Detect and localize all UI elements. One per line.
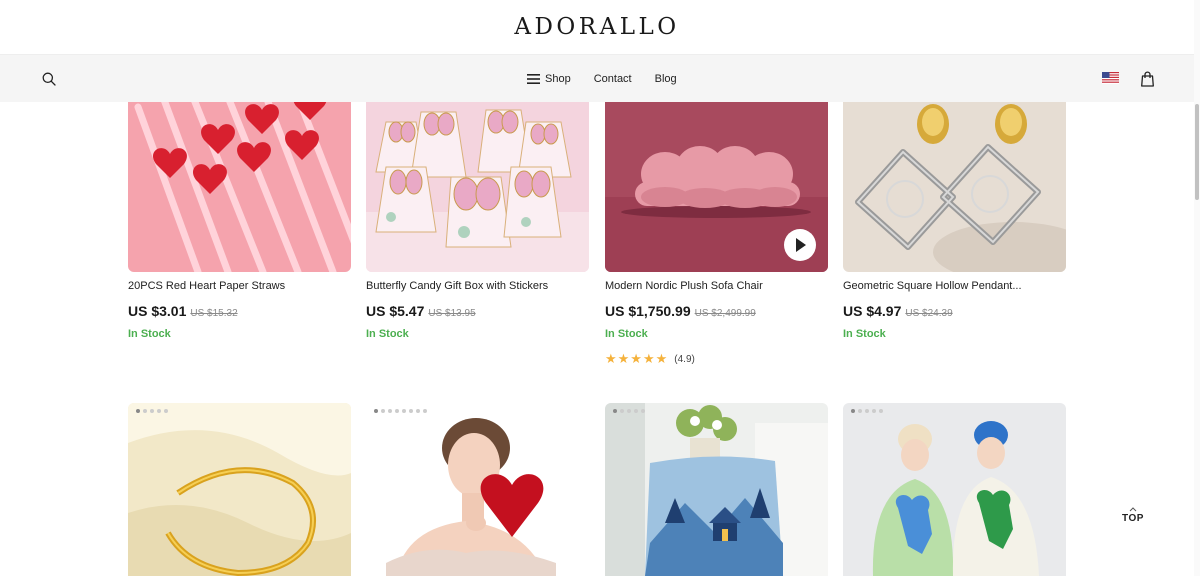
image-carousel-dots[interactable] bbox=[374, 409, 430, 413]
carousel-dot[interactable] bbox=[388, 409, 392, 413]
product-image[interactable] bbox=[128, 102, 351, 272]
carousel-dot[interactable] bbox=[613, 409, 617, 413]
site-header: ADORALLO bbox=[0, 0, 1194, 54]
menu-icon bbox=[527, 74, 540, 84]
product-card-plush-sofa[interactable]: Modern Nordic Plush Sofa Chair US $1,750… bbox=[605, 102, 828, 372]
image-carousel-dots[interactable] bbox=[613, 409, 648, 413]
price-line: US $4.97 US $24.39 bbox=[843, 303, 953, 321]
price-line: US $3.01 US $15.32 bbox=[128, 303, 238, 321]
carousel-dot[interactable] bbox=[402, 409, 406, 413]
product-price: US $5.47 bbox=[366, 303, 425, 319]
carousel-dot[interactable] bbox=[423, 409, 427, 413]
nav-blog-label: Blog bbox=[654, 73, 677, 85]
product-card-heart-straws[interactable]: 20PCS Red Heart Paper Straws US $3.01 US … bbox=[128, 102, 351, 372]
chevron-up-icon bbox=[1129, 507, 1137, 512]
price-line: US $5.47 US $13.95 bbox=[366, 303, 476, 321]
price-line: US $1,750.99 US $2,499.99 bbox=[605, 303, 756, 321]
nav-links: Shop Contact Blog bbox=[527, 55, 677, 103]
carousel-dot[interactable] bbox=[395, 409, 399, 413]
stock-status: In Stock bbox=[128, 328, 171, 340]
carousel-dot[interactable] bbox=[136, 409, 140, 413]
product-image[interactable] bbox=[843, 403, 1066, 576]
carousel-dot[interactable] bbox=[851, 409, 855, 413]
carousel-dot[interactable] bbox=[164, 409, 168, 413]
scrollbar-thumb[interactable] bbox=[1195, 104, 1199, 200]
product-name[interactable]: Butterfly Candy Gift Box with Stickers bbox=[366, 280, 589, 292]
product-price: US $3.01 bbox=[128, 303, 187, 319]
carousel-dot[interactable] bbox=[409, 409, 413, 413]
carousel-dot[interactable] bbox=[641, 409, 645, 413]
product-card-butterfly-box[interactable]: Butterfly Candy Gift Box with Stickers U… bbox=[366, 102, 589, 372]
product-name[interactable]: 20PCS Red Heart Paper Straws bbox=[128, 280, 351, 292]
carousel-dot[interactable] bbox=[150, 409, 154, 413]
carousel-dot[interactable] bbox=[143, 409, 147, 413]
image-carousel-dots[interactable] bbox=[136, 409, 171, 413]
product-old-price: US $2,499.99 bbox=[694, 308, 756, 319]
product-card-heart-bag[interactable] bbox=[366, 403, 589, 576]
main-nav: Shop Contact Blog bbox=[0, 54, 1194, 102]
rating-value: (4.9) bbox=[674, 353, 695, 365]
nav-blog[interactable]: Blog bbox=[655, 73, 677, 85]
carousel-dot[interactable] bbox=[879, 409, 883, 413]
nav-shop[interactable]: Shop bbox=[527, 73, 571, 85]
carousel-dot[interactable] bbox=[416, 409, 420, 413]
play-video-button[interactable] bbox=[784, 229, 816, 261]
product-name[interactable]: Geometric Square Hollow Pendant... bbox=[843, 280, 1066, 292]
product-image[interactable] bbox=[605, 403, 828, 576]
stock-status: In Stock bbox=[366, 328, 409, 340]
product-old-price: US $13.95 bbox=[428, 308, 476, 319]
product-image[interactable] bbox=[366, 403, 589, 576]
product-image[interactable] bbox=[366, 102, 589, 272]
product-card-geometric-pendant[interactable]: Geometric Square Hollow Pendant... US $4… bbox=[843, 102, 1066, 372]
nav-contact[interactable]: Contact bbox=[594, 73, 632, 85]
site-logo[interactable]: ADORALLO bbox=[0, 0, 1194, 54]
carousel-dot[interactable] bbox=[157, 409, 161, 413]
product-old-price: US $15.32 bbox=[190, 308, 238, 319]
nav-contact-label: Contact bbox=[593, 73, 632, 85]
back-to-top-label: TOP bbox=[1122, 513, 1144, 524]
carousel-dot[interactable] bbox=[627, 409, 631, 413]
carousel-dot[interactable] bbox=[620, 409, 624, 413]
stock-status: In Stock bbox=[605, 328, 648, 340]
product-image[interactable] bbox=[843, 102, 1066, 272]
us-flag-icon[interactable] bbox=[1102, 72, 1119, 84]
carousel-dot[interactable] bbox=[865, 409, 869, 413]
carousel-dot[interactable] bbox=[872, 409, 876, 413]
carousel-dot[interactable] bbox=[634, 409, 638, 413]
carousel-dot[interactable] bbox=[381, 409, 385, 413]
product-name[interactable]: Modern Nordic Plush Sofa Chair bbox=[605, 280, 828, 292]
image-carousel-dots[interactable] bbox=[851, 409, 886, 413]
carousel-dot[interactable] bbox=[374, 409, 378, 413]
nav-shop-label: Shop bbox=[545, 73, 571, 85]
shopping-bag-icon[interactable] bbox=[1140, 71, 1155, 87]
product-price: US $4.97 bbox=[843, 303, 902, 319]
product-rating: ★★★★★ (4.9) bbox=[605, 351, 695, 367]
product-card-winter-pillow[interactable] bbox=[605, 403, 828, 576]
stock-status: In Stock bbox=[843, 328, 886, 340]
product-card-bear-sweater[interactable] bbox=[843, 403, 1066, 576]
star-rating-icon: ★★★★★ bbox=[605, 351, 669, 366]
search-icon[interactable] bbox=[41, 71, 57, 87]
product-card-gold-bracelet[interactable] bbox=[128, 403, 351, 576]
back-to-top-button[interactable]: TOP bbox=[1116, 505, 1150, 524]
page-scrollbar[interactable] bbox=[1194, 0, 1200, 576]
product-price: US $1,750.99 bbox=[605, 303, 691, 319]
carousel-dot[interactable] bbox=[858, 409, 862, 413]
product-image[interactable] bbox=[128, 403, 351, 576]
product-old-price: US $24.39 bbox=[905, 308, 953, 319]
